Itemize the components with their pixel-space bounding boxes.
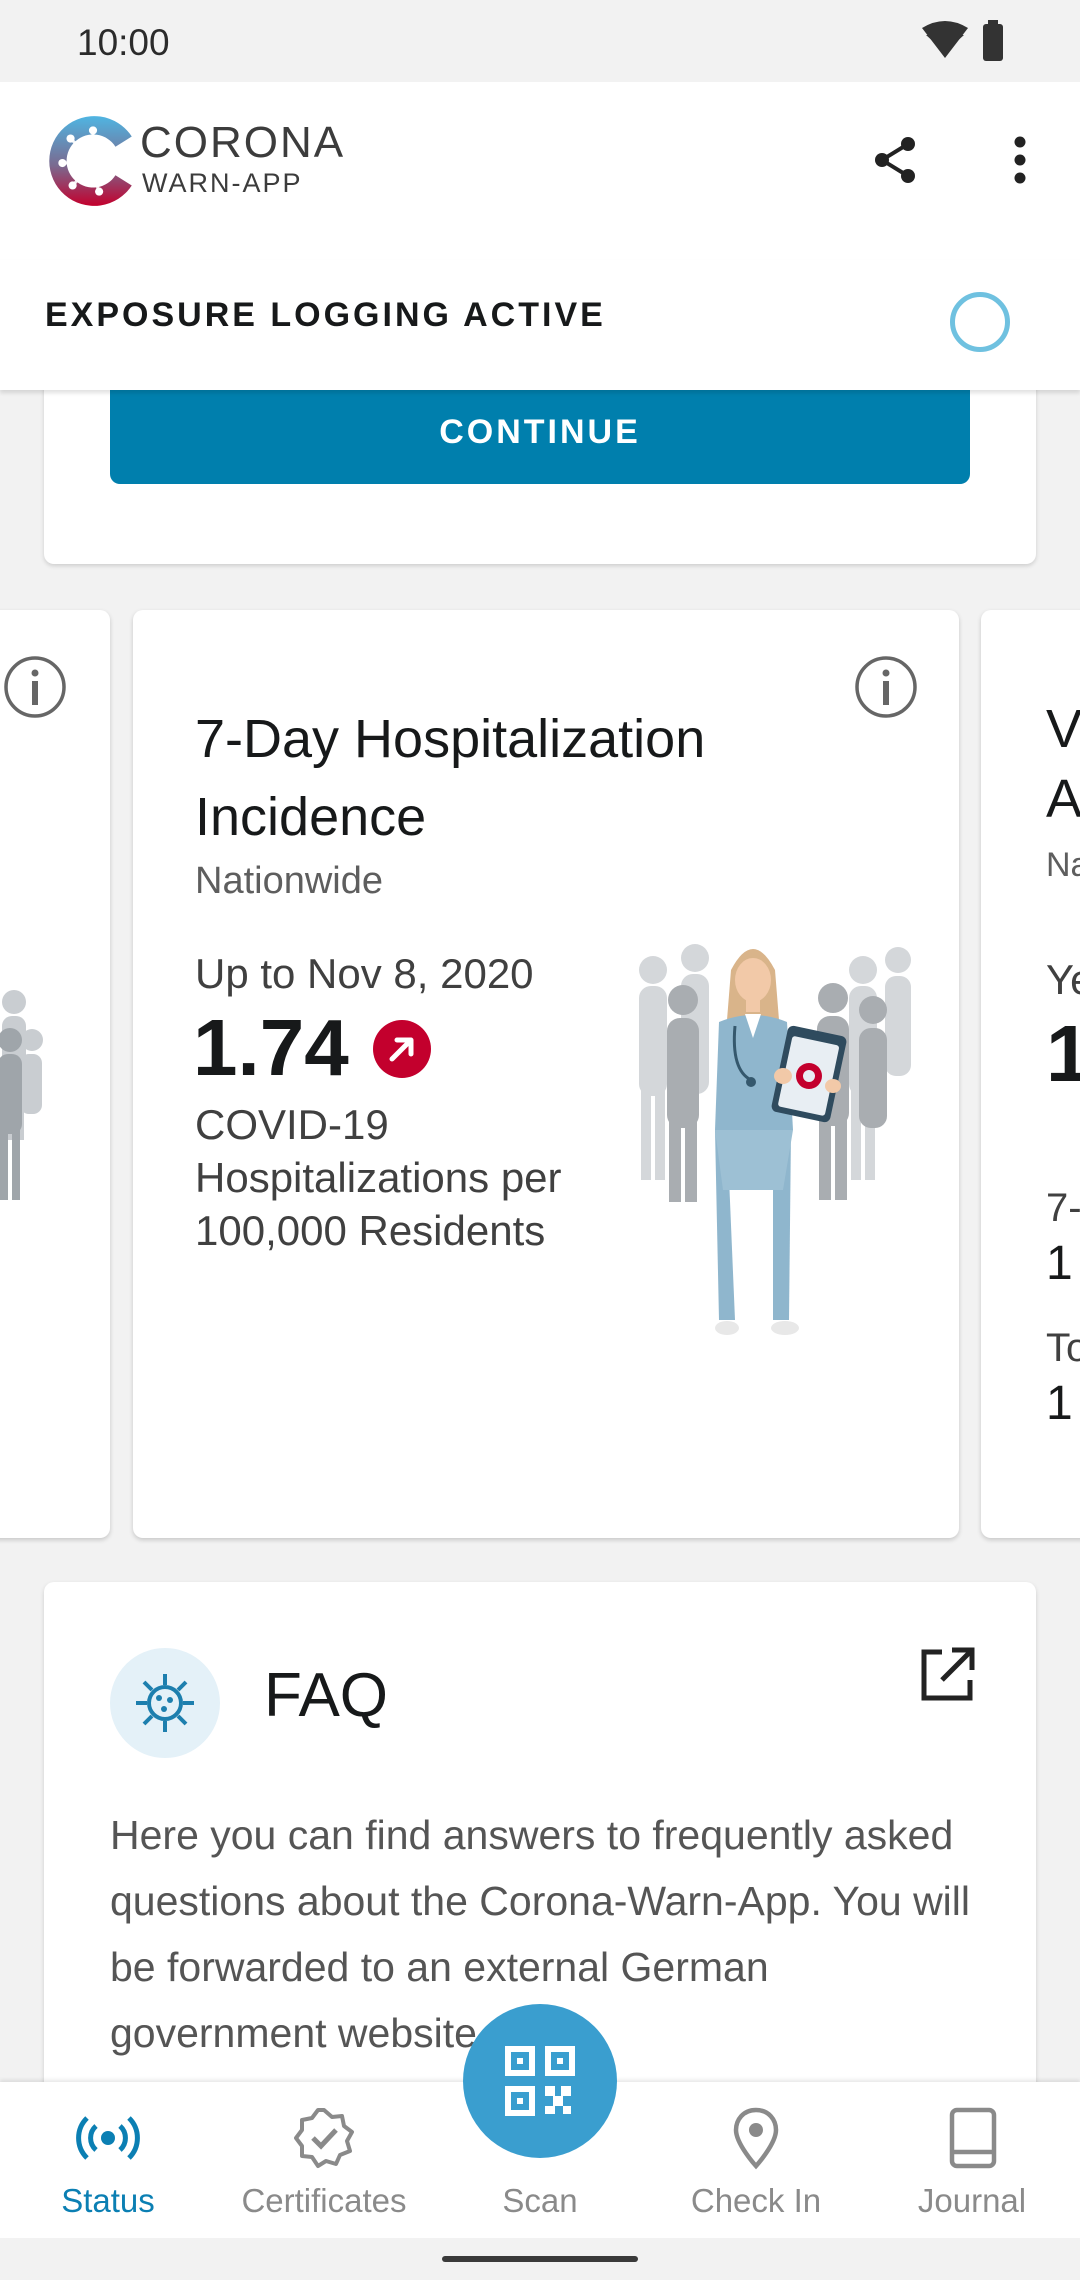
card-date: Up to Nov 8, 2020	[195, 950, 534, 997]
next-card-value: 1	[1046, 1009, 1080, 1098]
nav-label-scan: Scan	[502, 2182, 578, 2219]
info-icon[interactable]	[2, 654, 68, 720]
brand-subname: WARN-APP	[142, 168, 303, 198]
share-icon	[875, 137, 915, 183]
nav-item-check-in[interactable]: Check In	[648, 2082, 864, 2238]
continue-button[interactable]: CONTINUE	[110, 380, 970, 484]
card-region: Nationwide	[195, 860, 383, 902]
status-bar: 10:00	[0, 0, 1080, 82]
next-card-date: Ye	[1046, 956, 1080, 1003]
system-navigation	[0, 2238, 1080, 2280]
exposure-logging-status[interactable]: EXPOSURE LOGGING ACTIVE	[0, 260, 1080, 390]
next-card-region: Na	[1046, 846, 1080, 884]
nav-item-journal[interactable]: Journal	[864, 2082, 1080, 2238]
trend-up-icon	[373, 1020, 431, 1078]
virus-icon	[136, 1674, 194, 1732]
next-card-sub1-label: 7-	[1046, 1186, 1080, 1230]
doctor-illustration	[639, 944, 911, 1335]
next-card-title-1: V	[1046, 699, 1080, 759]
next-card-sub1-value: 1	[1046, 1237, 1073, 1290]
card-title: 7-Day Hospitalization Incidence	[195, 709, 706, 847]
hospitalization-incidence-card[interactable]: 7-Day Hospitalization Incidence Nationwi…	[133, 610, 959, 1538]
exposure-logging-label: EXPOSURE LOGGING ACTIVE	[45, 296, 606, 334]
nav-label-certificates: Certificates	[241, 2182, 407, 2219]
next-card-title-2: A	[1046, 769, 1080, 829]
info-icon[interactable]	[853, 654, 919, 720]
corona-warn-app-logo	[49, 116, 132, 206]
statistics-card-previous[interactable]	[0, 610, 110, 1538]
faq-title: FAQ	[264, 1661, 389, 1730]
nav-label-journal: Journal	[917, 2182, 1027, 2219]
statistics-card-next[interactable]: V A Na Ye 1 7- 1 To 1	[981, 610, 1080, 1538]
app-bar: CORONA WARN-APP	[0, 82, 1080, 260]
next-card-sub2-label: To	[1046, 1326, 1080, 1370]
share-button[interactable]	[866, 130, 926, 190]
system-icons	[922, 20, 1003, 61]
certificate-icon	[294, 2108, 354, 2168]
card-description: COVID-19 Hospitalizations per 100,000 Re…	[195, 1101, 562, 1254]
brand-name: CORONA	[140, 118, 346, 167]
tracing-ring-icon	[950, 292, 1010, 352]
faq-icon-circle	[110, 1648, 220, 1758]
nav-item-certificates[interactable]: Certificates	[216, 2082, 432, 2238]
location-pin-icon	[733, 2107, 779, 2170]
journal-icon	[949, 2107, 997, 2169]
nav-label-check-in: Check In	[690, 2182, 822, 2219]
next-card-sub2-value: 1	[1046, 1377, 1073, 1430]
battery-icon	[983, 24, 1003, 61]
status-icon	[76, 2116, 140, 2160]
scan-qr-button[interactable]	[463, 2004, 617, 2158]
nav-item-status[interactable]: Status	[0, 2082, 216, 2238]
more-options-button[interactable]	[990, 130, 1050, 190]
gesture-handle[interactable]	[442, 2256, 638, 2262]
people-illustration	[0, 990, 43, 1200]
incidence-value: 1.74	[193, 1003, 349, 1092]
qr-code-icon	[505, 2046, 575, 2116]
nav-label-status: Status	[61, 2182, 155, 2219]
more-vert-icon	[1014, 136, 1026, 184]
open-external-icon[interactable]	[914, 1642, 980, 1708]
